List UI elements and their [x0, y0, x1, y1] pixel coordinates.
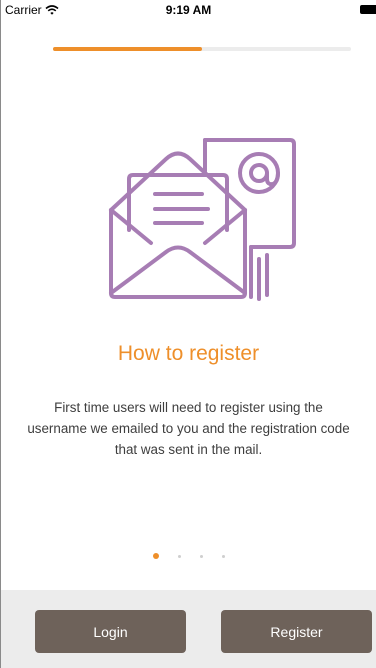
envelope-at-icon: [109, 138, 296, 301]
page-dot[interactable]: [199, 554, 203, 558]
page-dot[interactable]: [177, 554, 181, 558]
status-bar: Carrier 9:19 AM: [1, 0, 376, 20]
page-indicator[interactable]: [1, 553, 376, 559]
battery-icon: [360, 5, 376, 14]
login-button[interactable]: Login: [35, 610, 186, 653]
page-dot[interactable]: [221, 554, 225, 558]
status-time: 9:19 AM: [165, 3, 212, 17]
progress-bar: [53, 47, 351, 51]
onboarding-screen: Carrier 9:19 AM How to register First ti…: [0, 0, 376, 668]
page-dot[interactable]: [152, 553, 159, 559]
footer: Login Register: [1, 590, 376, 668]
progress-bar-fill: [53, 47, 202, 51]
page-description: First time users will need to register u…: [27, 400, 350, 457]
register-button[interactable]: Register: [221, 610, 372, 653]
page-title: How to register: [117, 342, 260, 365]
